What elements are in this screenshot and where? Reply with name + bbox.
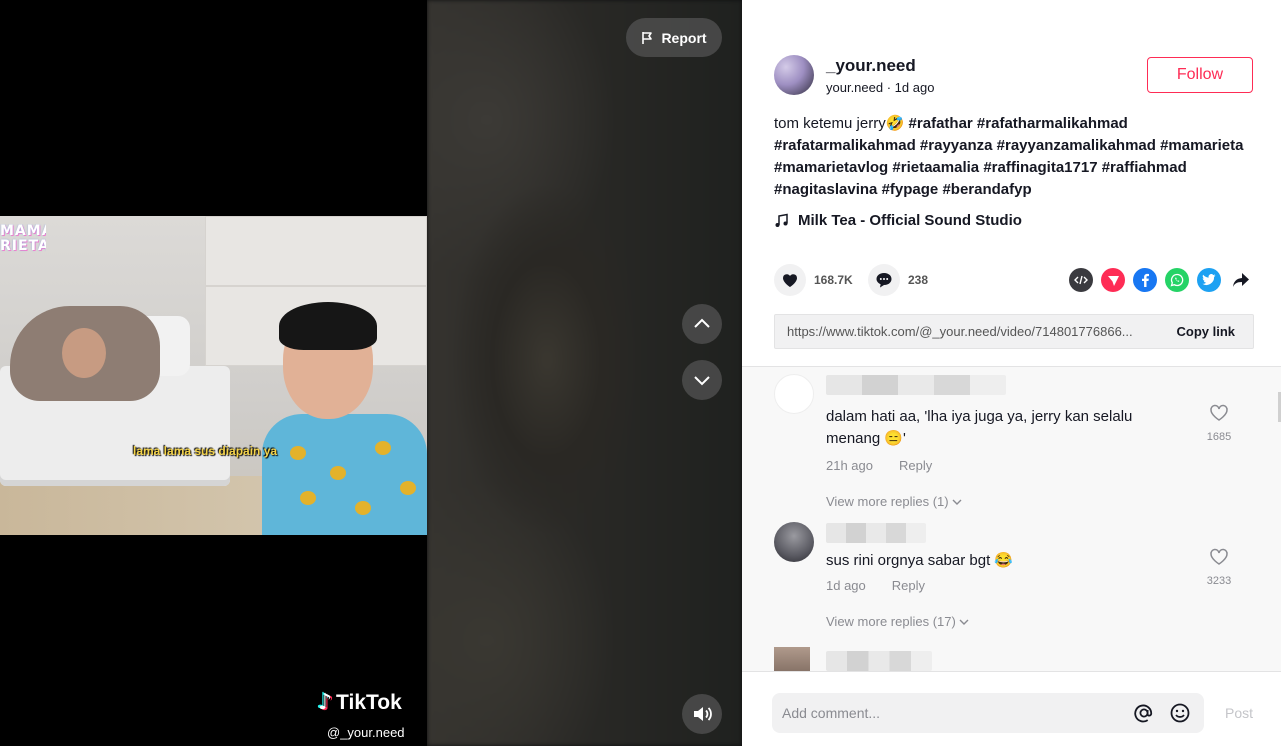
like-count: 168.7K [814,273,853,287]
reply-button[interactable]: Reply [899,458,932,473]
video-player[interactable]: MAMA RIETA lama lama sus diapain ya ♪ Ti… [0,0,742,746]
like-button[interactable] [774,264,806,296]
video-link-box: https://www.tiktok.com/@_your.need/video… [774,314,1254,349]
send-to-friends-icon[interactable] [1101,268,1125,292]
hashtag[interactable]: #raffiahmad [1102,159,1187,176]
hashtag[interactable]: #mamarieta [1160,137,1243,154]
music-link[interactable]: Milk Tea - Official Sound Studio [774,212,1022,229]
comment-count: 238 [908,273,929,287]
comment-time: 1d ago [826,578,866,593]
comment-like[interactable]: 1685 [1204,404,1234,443]
view-replies-label: View more replies (1) [826,494,949,509]
chevron-down-icon [952,499,962,505]
hashtag[interactable]: #rafatarmalikahmad [774,137,916,154]
comment-list[interactable]: dalam hati aa, 'lha iya juga ya, jerry k… [742,366,1281,671]
view-replies-button[interactable]: View more replies (17) [826,614,969,629]
comment-meta: 1d ago Reply [826,578,925,593]
commenter-name-redacted[interactable] [826,375,1006,395]
hashtag[interactable]: #rietaamalia [892,159,979,176]
commenter-name-redacted[interactable] [826,651,932,671]
commenter-avatar[interactable] [774,522,814,562]
music-note-icon [775,213,788,227]
view-replies-button[interactable]: View more replies (1) [826,494,962,509]
share-arrow-icon[interactable] [1229,268,1253,292]
report-label: Report [661,29,707,46]
video-frame[interactable]: MAMA RIETA lama lama sus diapain ya ♪ Ti… [0,0,427,746]
facebook-icon[interactable] [1133,268,1157,292]
video-still-image: MAMA RIETA lama lama sus diapain ya [0,216,427,535]
author-avatar[interactable] [774,55,814,95]
view-replies-label: View more replies (17) [826,614,956,629]
watermark-handle: @_your.need [327,725,405,740]
copy-link-button[interactable]: Copy link [1166,324,1253,339]
volume-button[interactable] [682,694,722,734]
chevron-down-icon [694,376,710,386]
comment-input[interactable] [782,705,1122,721]
video-details-panel: _your.need your.need · 1d ago Follow tom… [742,0,1281,746]
comment-like[interactable]: 3233 [1204,548,1234,587]
heart-outline-icon [1210,548,1228,565]
embed-icon[interactable] [1069,268,1093,292]
previous-video-button[interactable] [682,304,722,344]
commenter-avatar[interactable] [774,374,814,414]
author-subtitle: your.need · 1d ago [826,80,935,95]
comment-text: dalam hati aa, 'lha iya juga ya, jerry k… [826,408,1133,447]
next-video-button[interactable] [682,360,722,400]
channel-watermark: MAMA RIETA [0,224,46,254]
hashtag[interactable]: #raffinagita1717 [983,159,1097,176]
caption-text: tom ketemu jerry🤣 [774,115,905,132]
video-url[interactable]: https://www.tiktok.com/@_your.need/video… [775,324,1166,339]
comment-meta: 21h ago Reply [826,458,932,473]
author-username[interactable]: _your.need [826,56,916,76]
share-actions [1069,268,1253,292]
comment-like-count: 3233 [1206,575,1232,587]
chevron-up-icon [694,318,710,328]
comment-button[interactable] [868,264,900,296]
comment-item: sus rini orgnya sabar bgt 😂 1d ago Reply … [774,522,1254,662]
hashtag[interactable]: #nagitaslavina [774,181,877,198]
follow-button[interactable]: Follow [1147,57,1253,93]
reply-button[interactable]: Reply [892,578,925,593]
engagement-row: 168.7K 238 [774,264,1253,296]
author-nickname[interactable]: your.need [826,80,883,95]
commenter-avatar[interactable] [774,647,810,671]
hashtag[interactable]: #berandafyp [942,181,1031,198]
tiktok-watermark-label: TikTok [336,690,402,714]
comment-stat[interactable]: 238 [868,264,928,296]
whatsapp-icon[interactable] [1165,268,1189,292]
heart-outline-icon [1210,404,1228,421]
comment-bubble-icon [876,273,892,288]
hashtag[interactable]: #rafatharmalikahmad [977,115,1128,132]
tiktok-note-icon: ♪ [318,690,333,715]
tiktok-watermark: ♪ TikTok [318,690,402,715]
emoji-icon[interactable] [1166,699,1194,727]
chevron-down-icon [959,619,969,625]
comment-text: sus rini orgnya sabar bgt 😂 [826,552,1014,569]
hashtag[interactable]: #mamarietavlog [774,159,888,176]
comment-time: 21h ago [826,458,873,473]
flag-icon [642,31,653,44]
commenter-name-redacted[interactable] [826,523,926,543]
video-caption: tom ketemu jerry🤣 #rafathar #rafatharmal… [774,113,1259,201]
music-title: Milk Tea - Official Sound Studio [798,212,1022,229]
comment-item [774,647,1254,671]
comment-like-count: 1685 [1206,431,1232,443]
comment-item: dalam hati aa, 'lha iya juga ya, jerry k… [774,374,1254,514]
hashtag[interactable]: #fypage [882,181,939,198]
author-row: _your.need your.need · 1d ago Follow [774,55,1253,95]
post-button[interactable]: Post [1225,705,1253,721]
like-stat[interactable]: 168.7K [774,264,853,296]
post-time: 1d ago [894,80,935,95]
hashtag[interactable]: #rayyanza [920,137,993,154]
comment-composer: Post [742,671,1281,746]
mention-icon[interactable] [1130,699,1158,727]
heart-icon [783,274,797,287]
video-subtitle: lama lama sus diapain ya [133,444,278,458]
speaker-icon [694,707,712,721]
twitter-icon[interactable] [1197,268,1221,292]
hashtag[interactable]: #rayyanzamalikahmad [997,137,1156,154]
report-button[interactable]: Report [626,18,722,57]
comment-input-wrapper [772,693,1204,733]
hashtag[interactable]: #rafathar [909,115,973,132]
